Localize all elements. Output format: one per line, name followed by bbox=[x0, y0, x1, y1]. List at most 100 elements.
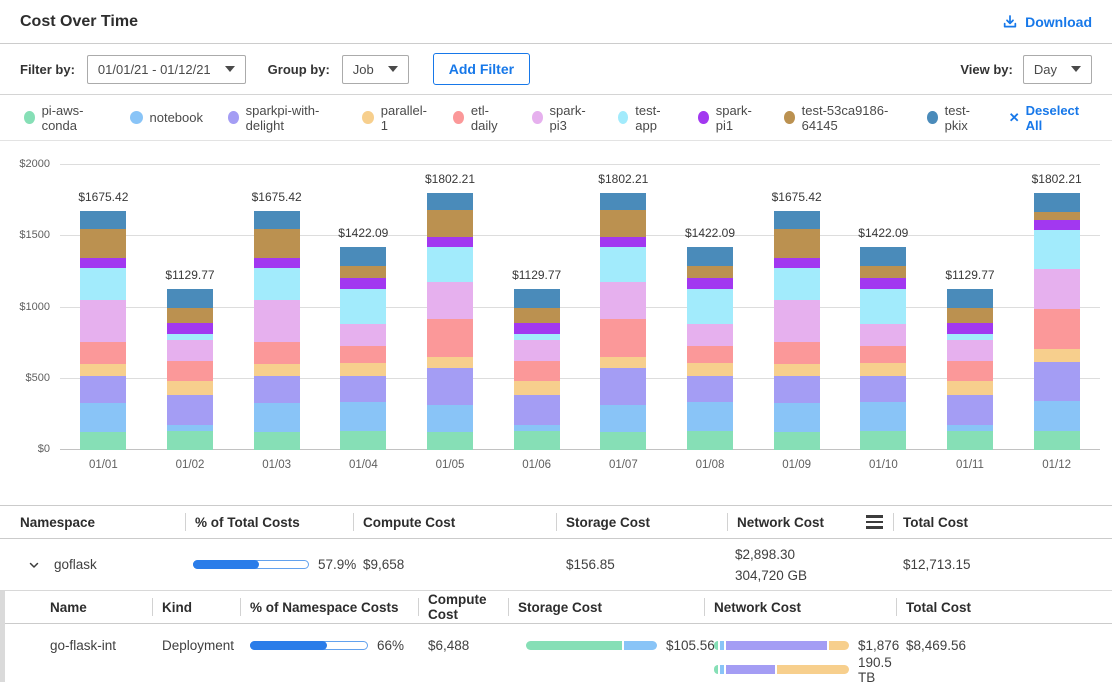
bar-segment-spark-pi1[interactable] bbox=[427, 237, 473, 247]
bar-segment-etl-daily[interactable] bbox=[340, 346, 386, 364]
bar-segment-spark-pi3[interactable] bbox=[1034, 269, 1080, 309]
bar-segment-test-pkix[interactable] bbox=[947, 289, 993, 308]
column-header-percent-namespace[interactable]: % of Namespace Costs bbox=[240, 591, 418, 623]
bar-segment-spark-pi1[interactable] bbox=[600, 237, 646, 247]
bar-segment-spark-pi3[interactable] bbox=[427, 282, 473, 320]
bar-segment-pi-aws-conda[interactable] bbox=[1034, 431, 1080, 450]
legend-item-spark-pi3[interactable]: spark-pi3 bbox=[532, 103, 593, 133]
chevron-down-icon[interactable] bbox=[28, 559, 40, 571]
bar-segment-test-pkix[interactable] bbox=[80, 211, 126, 229]
bar-segment-etl-daily[interactable] bbox=[167, 361, 213, 382]
bar-segment-test-app[interactable] bbox=[427, 247, 473, 282]
legend-item-spark-pi1[interactable]: spark-pi1 bbox=[698, 103, 759, 133]
bar-segment-spark-pi1[interactable] bbox=[514, 323, 560, 334]
date-range-dropdown[interactable]: 01/01/21 - 01/12/21 bbox=[87, 55, 246, 84]
column-header-name[interactable]: Name bbox=[5, 591, 152, 623]
bar-segment-etl-daily[interactable] bbox=[514, 361, 560, 382]
view-by-dropdown[interactable]: Day bbox=[1023, 55, 1092, 84]
bar-segment-test-53ca9186-64145[interactable] bbox=[774, 229, 820, 258]
bar-segment-sparkpi-with-delight[interactable] bbox=[427, 368, 473, 404]
bar-segment-test-app[interactable] bbox=[687, 289, 733, 324]
column-header-storage[interactable]: Storage Cost bbox=[508, 591, 704, 623]
bar-segment-test-app[interactable] bbox=[80, 268, 126, 299]
bar-segment-spark-pi1[interactable] bbox=[1034, 220, 1080, 230]
bar-segment-etl-daily[interactable] bbox=[427, 319, 473, 357]
bar-segment-parallel-1[interactable] bbox=[687, 363, 733, 375]
bar-segment-parallel-1[interactable] bbox=[600, 357, 646, 368]
legend-item-etl-daily[interactable]: etl-daily bbox=[453, 103, 507, 133]
bar-segment-spark-pi1[interactable] bbox=[947, 323, 993, 334]
stacked-bar-01/07[interactable] bbox=[600, 193, 646, 450]
column-header-total[interactable]: Total Cost bbox=[896, 591, 1112, 623]
bar-segment-test-pkix[interactable] bbox=[687, 247, 733, 266]
bar-segment-etl-daily[interactable] bbox=[947, 361, 993, 382]
bar-segment-sparkpi-with-delight[interactable] bbox=[340, 376, 386, 403]
deselect-all-button[interactable]: ✕ Deselect All bbox=[1009, 103, 1088, 133]
column-header-storage[interactable]: Storage Cost bbox=[556, 506, 727, 538]
bar-segment-spark-pi3[interactable] bbox=[600, 282, 646, 320]
stacked-bar-01/08[interactable] bbox=[687, 247, 733, 450]
stacked-bar-01/05[interactable] bbox=[427, 193, 473, 450]
table-row-goflask[interactable]: goflask 57.9% $9,658 $156.85 $2,898.30 3… bbox=[0, 539, 1112, 591]
bar-segment-test-pkix[interactable] bbox=[340, 247, 386, 266]
bar-segment-test-53ca9186-64145[interactable] bbox=[427, 210, 473, 237]
bar-segment-test-pkix[interactable] bbox=[514, 289, 560, 308]
bar-segment-test-pkix[interactable] bbox=[254, 211, 300, 229]
bar-segment-spark-pi3[interactable] bbox=[947, 340, 993, 361]
legend-item-test-53ca9186-64145[interactable]: test-53ca9186-64145 bbox=[784, 103, 902, 133]
add-filter-button[interactable]: Add Filter bbox=[433, 53, 530, 85]
bar-segment-sparkpi-with-delight[interactable] bbox=[514, 395, 560, 425]
stacked-bar-01/01[interactable] bbox=[80, 211, 126, 450]
bar-segment-etl-daily[interactable] bbox=[80, 342, 126, 364]
bar-segment-test-pkix[interactable] bbox=[860, 247, 906, 266]
bar-segment-sparkpi-with-delight[interactable] bbox=[774, 376, 820, 403]
column-settings-icon[interactable] bbox=[866, 515, 883, 529]
bar-segment-test-pkix[interactable] bbox=[1034, 193, 1080, 212]
bar-segment-test-app[interactable] bbox=[340, 289, 386, 324]
bar-segment-pi-aws-conda[interactable] bbox=[254, 432, 300, 450]
stacked-bar-01/03[interactable] bbox=[254, 211, 300, 450]
bar-segment-test-53ca9186-64145[interactable] bbox=[167, 308, 213, 322]
bar-segment-notebook[interactable] bbox=[600, 405, 646, 433]
bar-segment-pi-aws-conda[interactable] bbox=[600, 432, 646, 450]
bar-segment-notebook[interactable] bbox=[254, 403, 300, 432]
bar-segment-spark-pi1[interactable] bbox=[80, 258, 126, 268]
bar-segment-notebook[interactable] bbox=[687, 402, 733, 431]
bar-segment-spark-pi3[interactable] bbox=[254, 300, 300, 343]
bar-segment-test-53ca9186-64145[interactable] bbox=[514, 308, 560, 322]
bar-segment-pi-aws-conda[interactable] bbox=[80, 432, 126, 450]
bar-segment-test-53ca9186-64145[interactable] bbox=[80, 229, 126, 258]
bar-segment-notebook[interactable] bbox=[427, 405, 473, 433]
column-header-percent-total[interactable]: % of Total Costs bbox=[185, 506, 353, 538]
column-header-namespace[interactable]: Namespace bbox=[0, 506, 185, 538]
legend-item-sparkpi-with-delight[interactable]: sparkpi-with-delight bbox=[228, 103, 337, 133]
bar-segment-parallel-1[interactable] bbox=[947, 381, 993, 395]
bar-segment-pi-aws-conda[interactable] bbox=[947, 431, 993, 450]
bar-segment-test-app[interactable] bbox=[774, 268, 820, 299]
bar-segment-pi-aws-conda[interactable] bbox=[774, 432, 820, 450]
bar-segment-etl-daily[interactable] bbox=[1034, 309, 1080, 349]
legend-item-test-app[interactable]: test-app bbox=[618, 103, 673, 133]
bar-segment-spark-pi3[interactable] bbox=[80, 300, 126, 343]
bar-segment-test-app[interactable] bbox=[860, 289, 906, 324]
bar-segment-parallel-1[interactable] bbox=[254, 364, 300, 376]
bar-segment-sparkpi-with-delight[interactable] bbox=[687, 376, 733, 403]
bar-segment-test-53ca9186-64145[interactable] bbox=[947, 308, 993, 322]
bar-segment-notebook[interactable] bbox=[340, 402, 386, 431]
bar-segment-test-pkix[interactable] bbox=[600, 193, 646, 210]
legend-item-notebook[interactable]: notebook bbox=[130, 110, 204, 125]
stacked-bar-01/02[interactable] bbox=[167, 289, 213, 450]
bar-segment-sparkpi-with-delight[interactable] bbox=[600, 368, 646, 404]
stacked-bar-01/04[interactable] bbox=[340, 247, 386, 450]
bar-segment-test-pkix[interactable] bbox=[427, 193, 473, 210]
stacked-bar-01/10[interactable] bbox=[860, 247, 906, 450]
column-header-total[interactable]: Total Cost bbox=[893, 506, 1112, 538]
bar-segment-test-53ca9186-64145[interactable] bbox=[860, 266, 906, 278]
bar-segment-spark-pi1[interactable] bbox=[167, 323, 213, 334]
column-header-compute[interactable]: Compute Cost bbox=[353, 506, 556, 538]
bar-segment-spark-pi3[interactable] bbox=[687, 324, 733, 346]
bar-segment-parallel-1[interactable] bbox=[340, 363, 386, 375]
bar-segment-sparkpi-with-delight[interactable] bbox=[860, 376, 906, 403]
stacked-bar-01/09[interactable] bbox=[774, 211, 820, 450]
bar-segment-sparkpi-with-delight[interactable] bbox=[254, 376, 300, 403]
